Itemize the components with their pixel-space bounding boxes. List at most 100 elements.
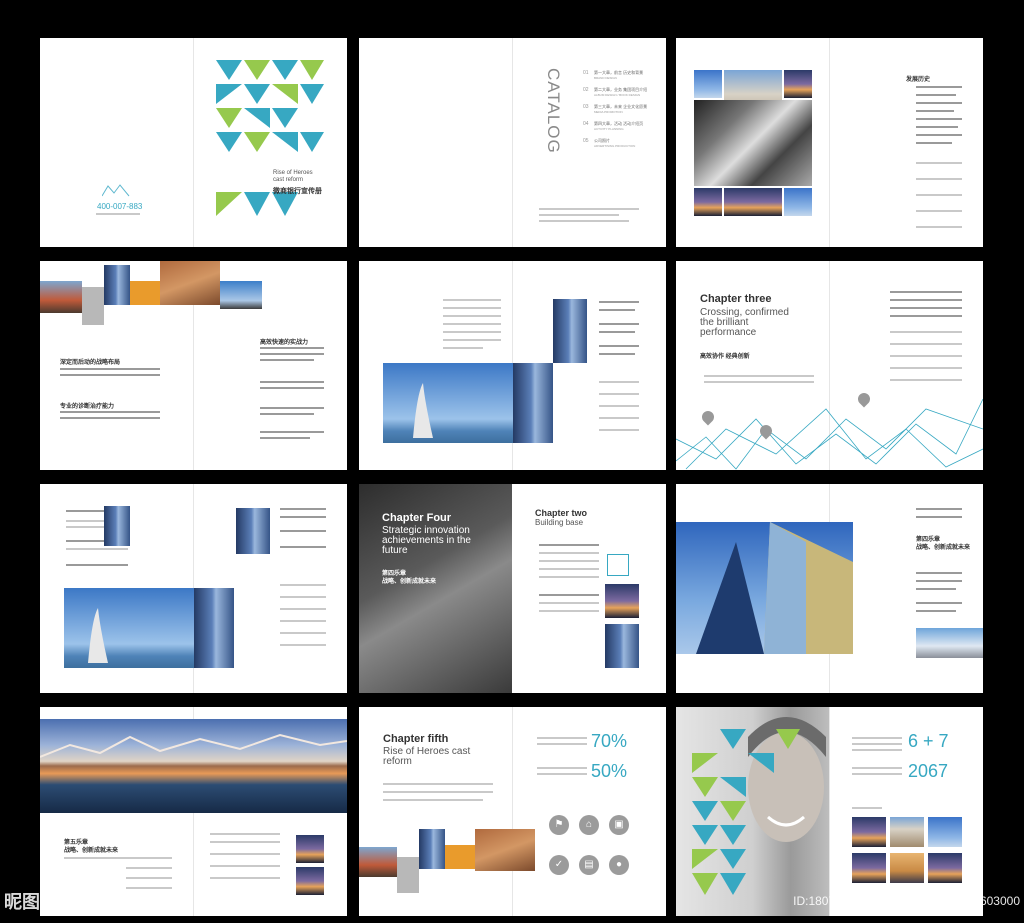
text-line (443, 315, 501, 317)
photo-cathedral (890, 817, 924, 847)
chapter-subtitle: Building base (535, 518, 584, 527)
text-line (383, 799, 483, 801)
cover-phone: 400-007-883 (97, 202, 143, 211)
text-line (539, 560, 599, 562)
home-icon: ⌂ (579, 815, 599, 835)
text-line (126, 857, 172, 859)
chapter-cn: 战略、创新成就未来 (382, 579, 437, 585)
watermark-url: www.nipic.com (96, 893, 189, 909)
text-line (126, 867, 172, 869)
section-heading: 深定而后动的战略布局 (60, 360, 121, 366)
text-line (916, 508, 962, 510)
photo-city (605, 584, 639, 618)
text-line (539, 220, 629, 222)
text-line (539, 208, 639, 210)
network-lines (676, 398, 983, 470)
fold-line (193, 38, 194, 247)
photo-tower (553, 299, 587, 363)
text-line (443, 323, 501, 325)
spread-projects[interactable] (40, 484, 347, 693)
text-line (599, 405, 639, 407)
thumbs-up-icon: ✓ (549, 855, 569, 875)
text-line (260, 353, 324, 355)
text-line (916, 94, 956, 96)
text-line (890, 315, 962, 317)
spread-chapter-four[interactable]: Chapter Four Strategic innovation achiev… (359, 484, 666, 693)
photo-tower (194, 588, 234, 668)
spread-intro[interactable]: 高效快速的实战力 深定而后动的战略布局 专业的诊断治疗能力 (40, 261, 347, 470)
text-line (890, 355, 962, 357)
photo-pagoda (359, 847, 397, 877)
text-line (383, 783, 493, 785)
chapter-label: Chapter fifth (383, 733, 449, 745)
watermark-logo: 昵图网 (4, 892, 58, 912)
text-line (599, 331, 635, 333)
orange-block (445, 845, 475, 869)
photo-tower (513, 363, 553, 443)
text-line (539, 568, 599, 570)
cover-title-cn: 微商银行宣传册 (273, 188, 322, 195)
text-line (890, 299, 962, 301)
spread-skyscraper[interactable]: 第四乐章 战略、创新成就未来 (676, 484, 983, 693)
spread-history[interactable]: 发展历史 (676, 38, 983, 247)
catalog-item[interactable]: 05 公司照片 ADVERTISING PRODUCTION (583, 138, 663, 155)
text-line (443, 347, 483, 349)
text-line (599, 381, 639, 383)
briefcase-icon: ▣ (609, 815, 629, 835)
photo-tower (419, 829, 445, 869)
chapter-subtitle: reform (383, 756, 412, 767)
spread-catalog[interactable]: CATALOG 01 第一大章，前言 历史和背景 BRAND DESIGN 02 第二… (359, 38, 666, 247)
text-line (916, 142, 952, 144)
watermark-id: ID:18077935 NO:20160602105625603000 (793, 894, 1020, 908)
text-line (599, 429, 639, 431)
text-line (260, 413, 314, 415)
text-line (260, 431, 324, 433)
section-heading: 专业的诊断治疗能力 (60, 404, 115, 410)
stat-value: 2067 (908, 761, 949, 781)
text-line (60, 374, 160, 376)
catalog-item[interactable]: 02 第二大章，业务 集团项目介绍 ALBUM DESIGN / BOOK DESI… (583, 87, 663, 104)
spread-business[interactable] (359, 261, 666, 470)
text-line (210, 877, 280, 879)
text-line (916, 226, 962, 228)
spread-chapter-three[interactable]: Chapter three Crossing, confirmed the br… (676, 261, 983, 470)
brochure-board: Rise of Heroes cast reform 微商银行宣传册 400-0… (0, 0, 1024, 923)
text-line (537, 737, 587, 739)
orange-block (130, 281, 160, 305)
text-line (280, 644, 326, 646)
text-line (916, 178, 962, 180)
text-line (210, 865, 280, 867)
photo-tower (605, 624, 639, 668)
photo-burj-al-arab (383, 363, 513, 443)
text-line (890, 367, 962, 369)
spread-landscape[interactable]: 第五乐章 战略、创新成就未来 (40, 707, 347, 916)
chapter-subtitle: future (382, 545, 408, 556)
text-line (890, 307, 962, 309)
text-line (260, 437, 310, 439)
catalog-item[interactable]: 03 第三大章，未来 企业文化愿景 MEDIA PROMOTION (583, 104, 663, 121)
group-icon: ● (609, 855, 629, 875)
stat-value: 50% (591, 761, 628, 781)
text-line (280, 508, 326, 510)
text-line (890, 331, 962, 333)
text-line (599, 353, 635, 355)
text-line (890, 291, 962, 293)
catalog-item[interactable]: 04 第四大章，活动 活动介绍页 ACTIVITY PLANNING (583, 121, 663, 138)
text-line (890, 379, 962, 381)
chapter-label: Chapter two (535, 508, 588, 518)
spread-portrait[interactable]: 6 + 7 2067 (676, 707, 983, 916)
text-line (599, 323, 639, 325)
stat-value: 70% (591, 731, 628, 751)
text-line (916, 580, 962, 582)
text-line (916, 602, 962, 604)
text-line (383, 791, 493, 793)
photo-stadium (916, 628, 983, 658)
spread-cover[interactable]: Rise of Heroes cast reform 微商银行宣传册 400-0… (40, 38, 347, 247)
catalog-item[interactable]: 01 第一大章，前言 历史和背景 BRAND DESIGN (583, 70, 663, 87)
spread-chapter-fifth[interactable]: Chapter fifth Rise of Heroes cast reform… (359, 707, 666, 916)
photo-tower (236, 508, 270, 554)
text-line (443, 331, 501, 333)
photo-city (852, 853, 886, 883)
catalog-list: 01 第一大章，前言 历史和背景 BRAND DESIGN 02 第二大章，业务 集团… (583, 70, 663, 155)
text-line (599, 345, 639, 347)
